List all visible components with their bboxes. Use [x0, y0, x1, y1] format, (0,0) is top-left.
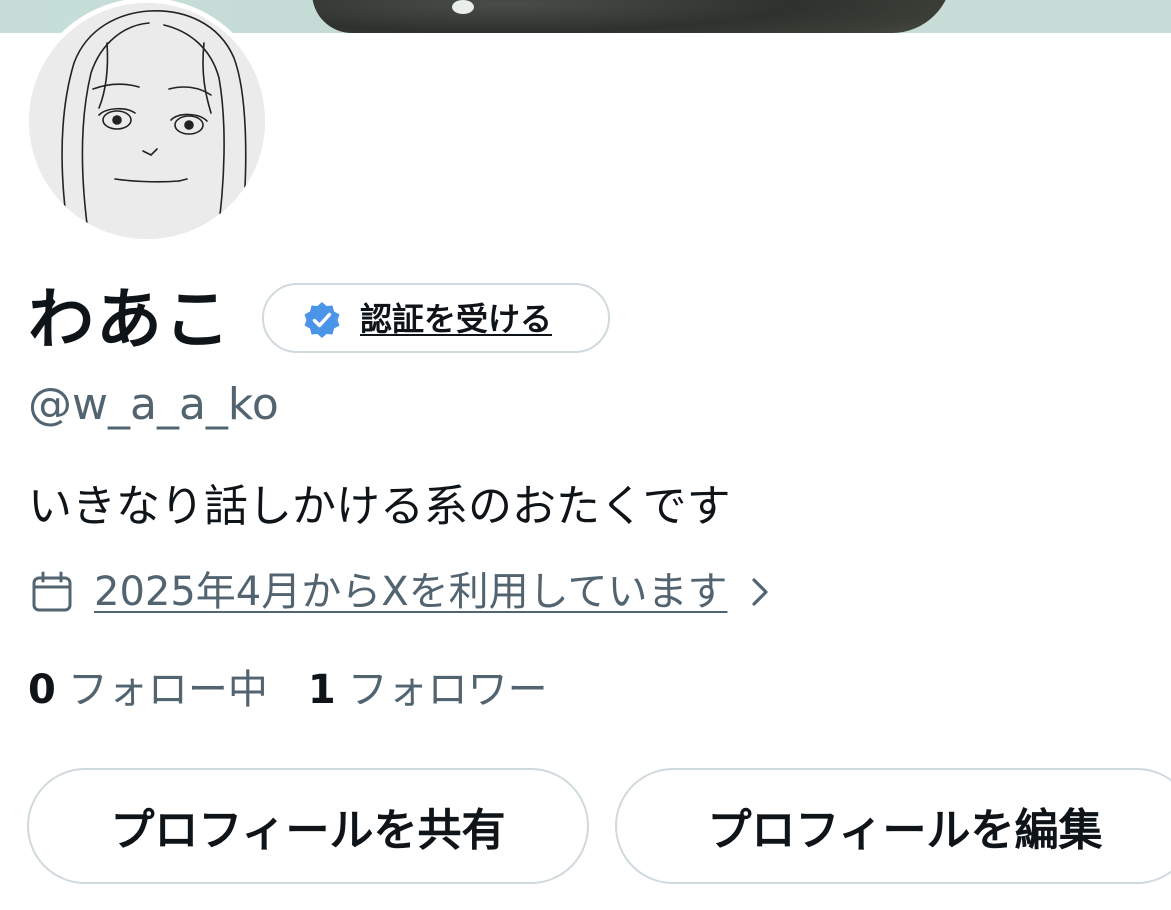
following-count[interactable]: 0 [28, 662, 56, 718]
avatar[interactable] [24, 0, 270, 244]
followers-count[interactable]: 1 [308, 662, 336, 718]
avatar-image [29, 3, 265, 239]
display-name: わあこ [28, 281, 232, 358]
followers-label[interactable]: フォロワー [348, 662, 548, 718]
joined-date-text: 2025年4月からXを利用しています [94, 569, 728, 615]
verified-badge-icon [304, 302, 340, 338]
calendar-icon [32, 571, 72, 612]
user-handle: @w_a_a_ko [28, 379, 279, 430]
edit-profile-button[interactable]: プロフィールを編集 [615, 768, 1171, 884]
profile-bio: いきなり話しかける系のおたくです [28, 481, 731, 532]
banner-image-rock [312, 0, 952, 33]
follow-stats: 0 フォロー中 1 フォロワー [28, 662, 548, 718]
get-verified-button[interactable]: 認証を受ける [262, 283, 610, 353]
following-label[interactable]: フォロー中 [68, 662, 268, 718]
get-verified-label: 認証を受ける [360, 300, 553, 338]
chevron-right-icon [752, 578, 769, 606]
joined-date-link[interactable]: 2025年4月からXを利用しています [30, 562, 775, 622]
share-profile-button[interactable]: プロフィールを共有 [27, 768, 589, 884]
